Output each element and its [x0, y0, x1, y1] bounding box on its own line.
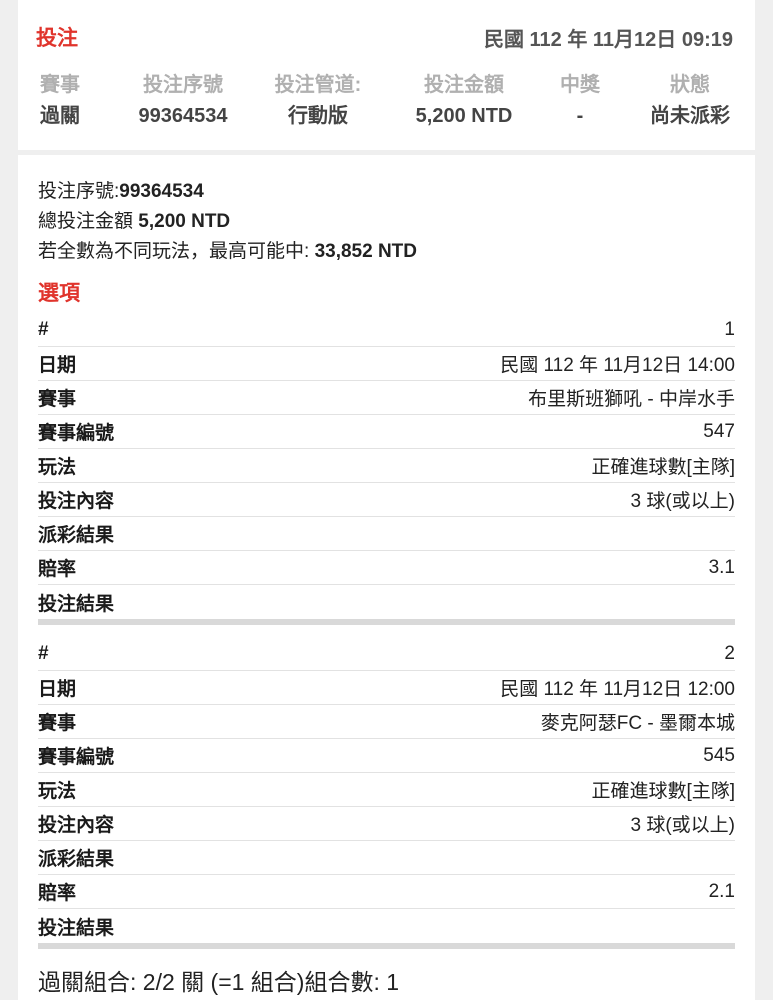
table-row: 投注結果	[38, 585, 735, 619]
selection-table-2: #2 日期 民國 112 年 11月12日 12:00 賽事 麥克阿瑟FC - 墨爾…	[38, 637, 735, 949]
row-value: 1	[724, 318, 735, 340]
table-row: 派彩結果	[38, 841, 735, 875]
row-key: #	[38, 642, 49, 664]
summary-max-label: 若全數為不同玩法，最高可能中:	[38, 241, 315, 262]
row-key: 賽事	[38, 713, 77, 734]
bet-summary: 投注序號:99364534 總投注金額 5,200 NTD 若全數為不同玩法，最…	[38, 177, 417, 267]
table-row: 投注內容 3 球(或以上)	[38, 807, 735, 841]
summary-serial-value: 99364534	[119, 181, 204, 202]
row-value: 2	[724, 642, 735, 664]
row-key: 投注內容	[38, 491, 115, 512]
selection-table-1: #1 日期 民國 112 年 11月12日 14:00 賽事 布里斯班獅吼 - 中岸…	[38, 313, 735, 625]
overview-value: 過關	[40, 105, 80, 127]
row-value: 民國 112 年 11月12日 12:00	[500, 679, 735, 700]
row-value: 布里斯班獅吼 - 中岸水手	[528, 389, 735, 410]
parlay-combination-text: 過關組合: 2/2 關 (=1 組合)組合數: 1	[38, 969, 400, 995]
table-row: 玩法 正確進球數[主隊]	[38, 449, 735, 483]
row-value: 正確進球數[主隊]	[591, 457, 735, 478]
table-row: 賽事 布里斯班獅吼 - 中岸水手	[38, 381, 735, 415]
table-row: #1	[38, 313, 735, 347]
row-value: 正確進球數[主隊]	[591, 781, 735, 802]
table-row: 派彩結果	[38, 517, 735, 551]
bet-title: 投注	[36, 27, 78, 50]
overview-col-serial: 投注序號 99364534	[113, 70, 253, 132]
row-key: 賠率	[38, 559, 77, 580]
row-value: 3 球(或以上)	[630, 815, 735, 836]
table-row: 玩法 正確進球數[主隊]	[38, 773, 735, 807]
bet-header-card: 投注 民國 112 年 11月12日 09:19 賽事 過關 投注序號 9936…	[18, 0, 755, 150]
overview-col-amount: 投注金額 5,200 NTD	[394, 70, 534, 132]
row-key: 賽事	[38, 389, 77, 410]
overview-label: 狀態	[670, 74, 710, 96]
row-key: 日期	[38, 679, 77, 700]
row-key: 派彩結果	[38, 849, 115, 870]
row-value: 2.1	[708, 880, 735, 902]
overview-col-win: 中獎 -	[540, 70, 620, 132]
row-key: 賽事編號	[38, 423, 115, 444]
row-value: 民國 112 年 11月12日 14:00	[500, 355, 735, 376]
row-key: 玩法	[38, 457, 77, 478]
summary-total: 總投注金額 5,200 NTD	[38, 207, 417, 237]
row-key: 投注結果	[38, 917, 115, 939]
row-key: #	[38, 318, 49, 340]
bet-detail-card: 投注序號:99364534 總投注金額 5,200 NTD 若全數為不同玩法，最…	[18, 155, 755, 1000]
table-row: 日期 民國 112 年 11月12日 14:00	[38, 347, 735, 381]
overview-value: -	[576, 105, 584, 127]
bet-header: 投注 民國 112 年 11月12日 09:19	[36, 22, 733, 52]
row-key: 玩法	[38, 781, 77, 802]
row-key: 賠率	[38, 883, 77, 904]
row-value: 545	[703, 744, 735, 766]
summary-serial: 投注序號:99364534	[38, 177, 417, 207]
overview-label: 中獎	[560, 74, 600, 96]
summary-max-win: 若全數為不同玩法，最高可能中: 33,852 NTD	[38, 237, 417, 267]
row-key: 賽事編號	[38, 747, 115, 768]
selections-title: 選項	[38, 282, 80, 305]
section-divider	[38, 943, 735, 949]
row-value: 3 球(或以上)	[630, 491, 735, 512]
overview-label: 投注金額	[424, 74, 504, 96]
row-value: 麥克阿瑟FC - 墨爾本城	[540, 713, 735, 734]
overview-col-status: 狀態 尚未派彩	[630, 70, 750, 132]
row-key: 投注結果	[38, 593, 115, 615]
row-key: 日期	[38, 355, 77, 376]
row-key: 投注內容	[38, 815, 115, 836]
row-value: 547	[703, 420, 735, 442]
overview-label: 投注序號	[143, 74, 223, 96]
summary-total-label: 總投注金額	[38, 211, 139, 232]
summary-max-value: 33,852 NTD	[314, 241, 418, 262]
table-row: 賠率 3.1	[38, 551, 735, 585]
table-row: 賠率 2.1	[38, 875, 735, 909]
overview-value: 99364534	[138, 105, 228, 127]
table-row: 投注結果	[38, 909, 735, 943]
summary-serial-label: 投注序號:	[38, 181, 120, 202]
section-divider	[38, 619, 735, 625]
bet-overview: 賽事 過關 投注序號 99364534 投注管道: 行動版 投注金額 5,200…	[18, 70, 755, 140]
overview-col-channel: 投注管道: 行動版	[258, 70, 378, 132]
overview-col-event: 賽事 過關	[10, 70, 110, 132]
row-key: 派彩結果	[38, 525, 115, 546]
bet-datetime: 民國 112 年 11月12日 09:19	[483, 28, 733, 51]
table-row: 賽事編號 547	[38, 415, 735, 449]
overview-value: 尚未派彩	[650, 105, 730, 127]
table-row: 投注內容 3 球(或以上)	[38, 483, 735, 517]
table-row: 日期 民國 112 年 11月12日 12:00	[38, 671, 735, 705]
table-row: 賽事 麥克阿瑟FC - 墨爾本城	[38, 705, 735, 739]
overview-label: 賽事	[40, 74, 80, 96]
overview-label: 投注管道:	[274, 74, 362, 96]
table-row: 賽事編號 545	[38, 739, 735, 773]
summary-total-value: 5,200 NTD	[138, 211, 231, 232]
table-row: #2	[38, 637, 735, 671]
overview-value: 行動版	[288, 105, 348, 127]
overview-value: 5,200 NTD	[415, 105, 513, 127]
row-value: 3.1	[708, 556, 735, 578]
